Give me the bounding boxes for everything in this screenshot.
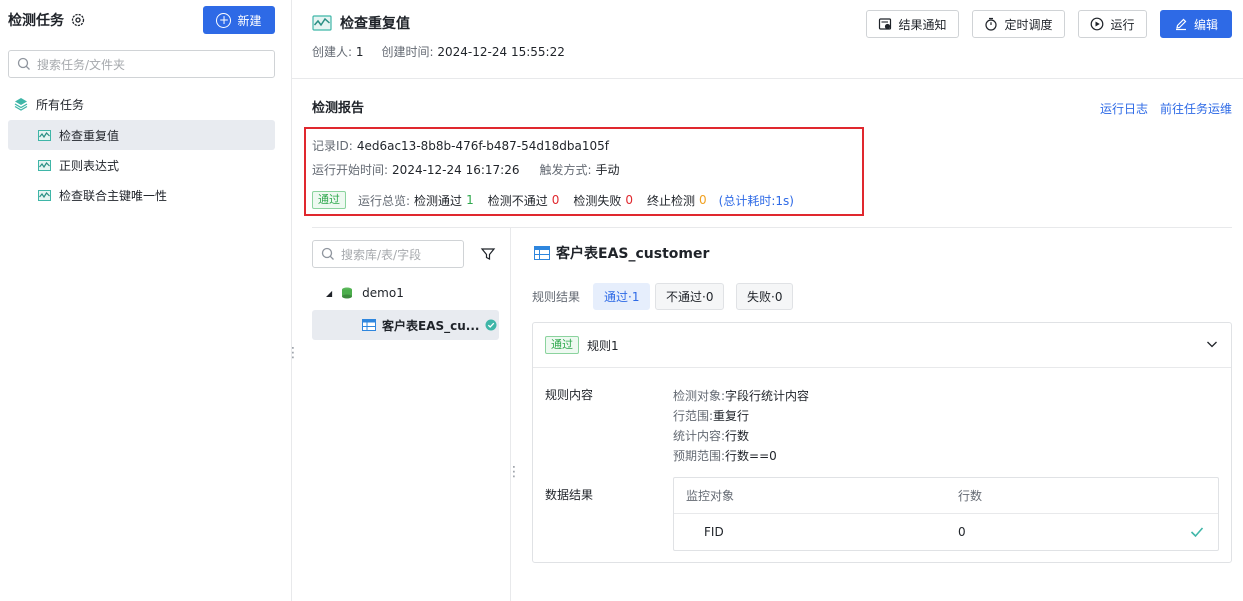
report-links: 运行日志 前往任务运维 [1100, 100, 1232, 117]
database-icon [342, 287, 353, 299]
rule-line-key: 行范围: [673, 409, 714, 423]
task-search-input[interactable]: 搜索任务/文件夹 [8, 50, 275, 78]
monitor-chart-icon [312, 15, 332, 31]
highlight-box [304, 127, 864, 216]
filter-chip-pass[interactable]: 通过·1 [593, 283, 651, 310]
object-search-input[interactable]: 搜索库/表/字段 [312, 240, 464, 268]
task-header: 检查重复值 创建人: 1 创建时间: 2024-12-24 15:55:22 结… [292, 0, 1243, 79]
notification-icon [879, 18, 892, 30]
column-header: 行数 [958, 489, 983, 503]
monitor-chart-icon [38, 159, 51, 171]
rule-name: 规则1 [587, 338, 619, 353]
search-icon [321, 247, 334, 260]
sidebar-item-label: 检查重复值 [59, 128, 120, 143]
table-icon [534, 246, 550, 260]
result-notify-button[interactable]: 结果通知 [866, 10, 959, 38]
tree-root-label: 所有任务 [36, 97, 85, 112]
search-icon [17, 57, 30, 70]
table-detail-title: 客户表EAS_customer [534, 243, 709, 263]
table-icon [362, 319, 376, 331]
column-header: 监控对象 [686, 489, 735, 503]
sidebar-item-duplicate-check[interactable]: 检查重复值 [8, 120, 275, 150]
monitor-chart-icon [38, 129, 51, 141]
run-log-link[interactable]: 运行日志 [1100, 100, 1148, 117]
check-circle-icon [485, 319, 497, 331]
filter-chip-error[interactable]: 失败·0 [736, 283, 794, 310]
result-table-header: 监控对象 行数 [674, 478, 1218, 514]
tree-table-node[interactable]: 客户表EAS_cu... [312, 310, 499, 340]
rule-line-key: 预期范围: [673, 449, 726, 463]
edit-label: 编辑 [1193, 17, 1218, 32]
created-time-value: 2024-12-24 15:55:22 [437, 45, 565, 59]
sidebar-item-composite-key[interactable]: 检查联合主键唯一性 [8, 180, 275, 210]
tree-db-node[interactable]: ◢ demo1 [326, 286, 404, 300]
filter-icon[interactable] [480, 246, 496, 262]
creator-value: 1 [355, 45, 364, 59]
row-count: 0 [958, 525, 966, 539]
tree-root-all-tasks[interactable]: 所有任务 [14, 94, 84, 114]
app-root: 检测任务 + 新建 搜索任务/文件夹 所有任务 检查重复值 正则表达式 检查联合… [0, 0, 1243, 601]
rule-line-value: 行数 [725, 429, 750, 443]
rule-result-filter-label: 规则结果 [532, 290, 581, 304]
gear-icon[interactable] [70, 12, 86, 28]
report-title: 检测报告 [312, 101, 365, 116]
rule-line-value: 字段行统计内容 [725, 389, 810, 403]
rule-line-value: 重复行 [713, 409, 750, 423]
sidebar-item-label: 检查联合主键唯一性 [59, 188, 168, 203]
data-result-label: 数据结果 [545, 488, 594, 502]
row-object: FID [704, 525, 724, 539]
monitor-chart-icon [38, 189, 51, 201]
run-label: 运行 [1110, 17, 1135, 32]
task-meta: 创建人: 1 创建时间: 2024-12-24 15:55:22 [312, 43, 565, 60]
rule-status-badge: 通过 [545, 336, 579, 354]
rule-line-key: 检测对象: [673, 389, 726, 403]
object-tree-panel: 搜索库/表/字段 ◢ demo1 客户表EAS_cu... [292, 228, 511, 601]
plus-circle-icon: + [216, 12, 232, 28]
sidebar: 检测任务 + 新建 搜索任务/文件夹 所有任务 检查重复值 正则表达式 检查联合… [0, 0, 292, 601]
task-ops-link[interactable]: 前往任务运维 [1160, 100, 1232, 117]
sidebar-header: 检测任务 + 新建 [8, 6, 275, 34]
new-task-button[interactable]: + 新建 [203, 6, 275, 34]
tree-db-label: demo1 [362, 286, 404, 300]
schedule-button[interactable]: 定时调度 [972, 10, 1065, 38]
play-circle-icon [1091, 17, 1104, 31]
object-search-placeholder: 搜索库/表/字段 [341, 247, 422, 262]
panel-resize-handle[interactable]: ⋮ [507, 464, 521, 480]
layers-icon [14, 98, 28, 111]
edit-icon [1175, 18, 1187, 31]
task-search-placeholder: 搜索任务/文件夹 [37, 57, 126, 72]
schedule-label: 定时调度 [1004, 17, 1053, 32]
rule-line-key: 统计内容: [673, 429, 726, 443]
check-icon [1190, 527, 1204, 538]
new-task-label: 新建 [237, 13, 262, 28]
run-button[interactable]: 运行 [1078, 10, 1147, 38]
sidebar-item-regex[interactable]: 正则表达式 [8, 150, 275, 180]
creator-label: 创建人: [312, 45, 353, 59]
caret-down-icon[interactable]: ◢ [326, 289, 332, 298]
rule-content-label: 规则内容 [545, 388, 594, 402]
task-title: 检查重复值 [312, 13, 410, 33]
table-row: FID 0 [674, 514, 1218, 550]
edit-button[interactable]: 编辑 [1160, 10, 1232, 38]
chevron-down-icon[interactable] [1205, 337, 1219, 351]
rule-card-header[interactable]: 通过 规则1 [533, 323, 1231, 368]
rule-line-value: 行数==0 [725, 449, 777, 463]
rule-card: 通过 规则1 规则内容 检测对象:字段行统计内容 行范围:重复行 统计内容:行数… [532, 322, 1232, 563]
task-title-text: 检查重复值 [340, 16, 410, 32]
table-detail-title-text: 客户表EAS_customer [556, 246, 710, 262]
result-table: 监控对象 行数 FID 0 [673, 477, 1219, 551]
result-notify-label: 结果通知 [898, 17, 947, 32]
created-time-label: 创建时间: [381, 45, 434, 59]
main-panel: 检查重复值 创建人: 1 创建时间: 2024-12-24 15:55:22 结… [292, 0, 1243, 601]
sidebar-title: 检测任务 [8, 13, 64, 29]
filter-chip-fail[interactable]: 不通过·0 [655, 283, 725, 310]
tree-table-label: 客户表EAS_cu... [382, 318, 480, 333]
rule-content-lines: 检测对象:字段行统计内容 行范围:重复行 统计内容:行数 预期范围:行数==0 [673, 386, 809, 466]
sidebar-item-label: 正则表达式 [59, 158, 120, 173]
timer-icon [985, 17, 998, 31]
